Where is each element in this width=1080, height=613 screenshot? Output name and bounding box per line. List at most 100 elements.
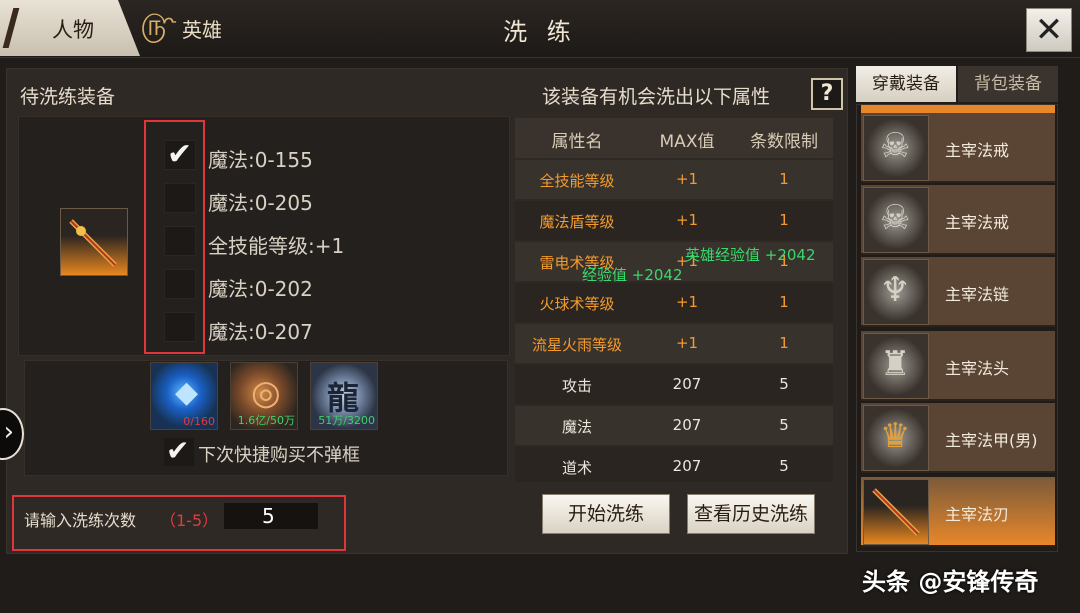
attr-name: 火球术等级 bbox=[539, 295, 615, 313]
list-item[interactable]: ♛ 主宰法甲(男) bbox=[861, 403, 1055, 473]
option-label-2: 魔法:0-205 bbox=[208, 191, 313, 215]
flame-sword-icon bbox=[69, 219, 117, 267]
equipment-tabs: 穿戴装备 背包装备 bbox=[856, 66, 1058, 102]
flame-sword-icon bbox=[863, 479, 929, 545]
copper-coin-icon: ◎ bbox=[251, 373, 281, 413]
tab-bag-equipment[interactable]: 背包装备 bbox=[958, 66, 1058, 102]
option-label-1: 魔法:0-155 bbox=[208, 148, 313, 172]
sword-icon bbox=[2, 8, 42, 48]
attr-limit: 5 bbox=[779, 457, 789, 475]
attr-name: 魔法 bbox=[561, 418, 592, 436]
refine-history-button[interactable]: 查看历史洗练 bbox=[687, 494, 815, 534]
attr-name: 道术 bbox=[561, 459, 592, 477]
list-item[interactable]: ♜ 主宰法头 bbox=[861, 331, 1055, 401]
table-row: 火球术等级 +1 1 bbox=[515, 283, 833, 322]
hero-exp-gain-text: 英雄经验值 +2042 bbox=[685, 246, 816, 264]
table-row: 攻击 207 5 bbox=[515, 365, 833, 404]
table-row: 流星火雨等级 +1 1 bbox=[515, 324, 833, 363]
chevron-right-icon: › bbox=[3, 417, 14, 447]
help-button[interactable]: ? bbox=[811, 78, 843, 110]
attr-max: +1 bbox=[675, 170, 699, 188]
item-name: 主宰法刃 bbox=[945, 505, 1010, 524]
tab-character[interactable]: 人物 bbox=[0, 0, 140, 56]
golden-armor-icon: ♛ bbox=[863, 405, 929, 471]
tab-hero-label: 英雄 bbox=[182, 18, 222, 42]
header-max-value: MAX值 bbox=[659, 132, 715, 152]
header-attribute-name: 属性名 bbox=[551, 132, 603, 152]
option-checkbox-1[interactable]: ✔ bbox=[164, 137, 196, 172]
tab-worn-equipment[interactable]: 穿戴装备 bbox=[856, 66, 956, 102]
table-header: 属性名 MAX值 条数限制 bbox=[515, 118, 833, 158]
material-count: 0/160 bbox=[183, 415, 215, 428]
swirl-emblem-icon: ௹ bbox=[140, 8, 177, 43]
equipped-item-slot[interactable] bbox=[60, 208, 128, 276]
equipment-list: ☠ 主宰法戒 ☠ 主宰法戒 ♆ 主宰法链 ♜ 主宰法头 ♛ 主宰法甲(男) 主宰… bbox=[856, 104, 1058, 552]
material-slot-crystal[interactable]: ◆ 0/160 bbox=[150, 362, 218, 430]
attr-max: +1 bbox=[675, 211, 699, 229]
refine-count-range: （1-5） bbox=[160, 511, 219, 530]
tab-hero[interactable]: ௹ 英雄 bbox=[140, 0, 260, 56]
start-refine-button[interactable]: 开始洗练 bbox=[542, 494, 670, 534]
attr-max: 207 bbox=[672, 375, 702, 393]
check-icon: ✔ bbox=[167, 137, 193, 172]
header-line-limit: 条数限制 bbox=[750, 132, 818, 152]
attr-max: +1 bbox=[675, 334, 699, 352]
table-row: 全技能等级 +1 1 bbox=[515, 160, 833, 199]
item-name: 主宰法链 bbox=[945, 285, 1010, 304]
material-slot-medal[interactable]: 龍 51万/3200 bbox=[310, 362, 378, 430]
option-label-5: 魔法:0-207 bbox=[208, 320, 313, 344]
attr-limit: 5 bbox=[779, 375, 789, 393]
demon-necklace-icon: ♆ bbox=[863, 259, 929, 325]
item-name: 主宰法戒 bbox=[945, 141, 1010, 160]
material-slot-coin[interactable]: ◎ 1.6亿/50万 bbox=[230, 362, 298, 430]
watermark: 头条 @安锋传奇 bbox=[862, 568, 1039, 596]
skull-ring-icon: ☠ bbox=[863, 187, 929, 253]
refine-count-input[interactable]: 5 bbox=[224, 503, 318, 529]
quick-buy-checkbox[interactable]: ✔ bbox=[164, 434, 194, 467]
attr-name: 流星火雨等级 bbox=[531, 336, 622, 354]
option-label-3: 全技能等级:+1 bbox=[208, 234, 345, 258]
attr-limit: 5 bbox=[779, 416, 789, 434]
pending-equipment-title: 待洗练装备 bbox=[20, 86, 116, 108]
attr-limit: 1 bbox=[779, 211, 789, 229]
item-name: 主宰法头 bbox=[945, 359, 1010, 378]
close-icon: ✕ bbox=[1034, 10, 1064, 50]
attr-max: 207 bbox=[672, 457, 702, 475]
list-item[interactable]: ♆ 主宰法链 bbox=[861, 257, 1055, 327]
option-checkbox-4[interactable] bbox=[164, 269, 196, 299]
option-checkbox-3[interactable] bbox=[164, 226, 196, 256]
skull-ring-icon: ☠ bbox=[863, 115, 929, 181]
attr-limit: 1 bbox=[779, 334, 789, 352]
attribute-table: 属性名 MAX值 条数限制 全技能等级 +1 1 魔法盾等级 +1 1 雷电术等… bbox=[515, 118, 833, 482]
attr-max: 207 bbox=[672, 416, 702, 434]
blue-crystal-icon: ◆ bbox=[175, 375, 199, 410]
material-count: 1.6亿/50万 bbox=[237, 414, 295, 427]
quick-buy-label: 下次快捷购买不弹框 bbox=[198, 445, 360, 466]
item-name: 主宰法甲(男) bbox=[945, 431, 1038, 450]
attr-name: 全技能等级 bbox=[539, 172, 615, 190]
material-count: 51万/3200 bbox=[318, 414, 375, 427]
refine-count-label: 请输入洗练次数 bbox=[24, 511, 137, 530]
attr-max: +1 bbox=[675, 293, 699, 311]
list-scroll-edge bbox=[861, 105, 1055, 113]
list-item[interactable]: ☠ 主宰法戒 bbox=[861, 113, 1055, 183]
top-bar: 人物 ௹ 英雄 洗 练 ✕ bbox=[0, 0, 1080, 58]
attr-name: 攻击 bbox=[561, 377, 592, 395]
tab-character-label: 人物 bbox=[52, 18, 94, 42]
horned-helmet-icon: ♜ bbox=[863, 333, 929, 399]
table-row: 魔法 207 5 bbox=[515, 406, 833, 445]
attr-limit: 1 bbox=[779, 170, 789, 188]
item-name: 主宰法戒 bbox=[945, 213, 1010, 232]
list-item[interactable]: ☠ 主宰法戒 bbox=[861, 185, 1055, 255]
table-row: 魔法盾等级 +1 1 bbox=[515, 201, 833, 240]
attr-name: 魔法盾等级 bbox=[539, 213, 615, 231]
option-checkbox-5[interactable] bbox=[164, 312, 196, 342]
list-item-selected[interactable]: 主宰法刃 bbox=[861, 477, 1055, 547]
exp-gain-text: 经验值 +2042 bbox=[582, 266, 683, 284]
attr-limit: 1 bbox=[779, 293, 789, 311]
page-title: 洗 练 bbox=[503, 18, 577, 46]
close-button[interactable]: ✕ bbox=[1026, 8, 1072, 52]
option-checkbox-2[interactable] bbox=[164, 183, 196, 213]
check-icon: ✔ bbox=[166, 434, 190, 467]
table-row: 道术 207 5 bbox=[515, 447, 833, 482]
